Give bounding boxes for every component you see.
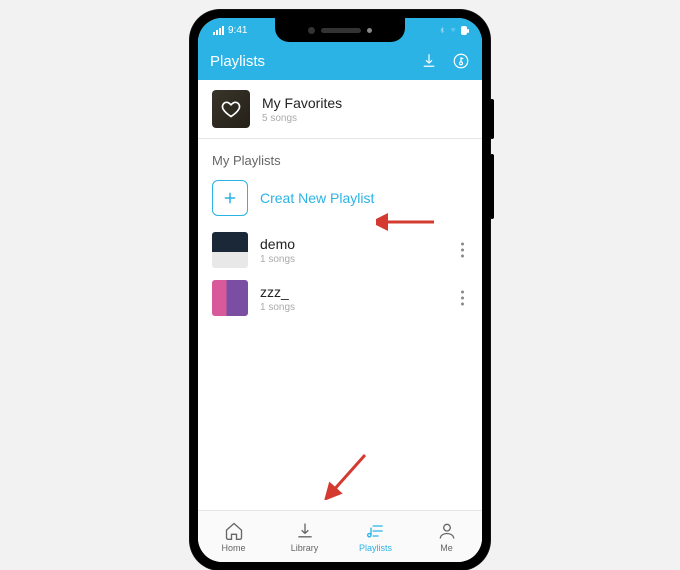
side-button [490,154,494,219]
music-note-icon[interactable] [452,52,470,70]
plus-icon [212,180,248,216]
nav-me[interactable]: Me [411,511,482,562]
favorites-row[interactable]: My Favorites 5 songs [198,80,482,139]
nav-label: Home [221,543,245,553]
nav-library[interactable]: Library [269,511,340,562]
bottom-nav: Home Library Playlists Me [198,510,482,562]
screen: 9:41 Playlists My Favorites [198,18,482,562]
playlist-thumbnail [212,232,248,268]
battery-icon [461,26,467,35]
phone-frame: 9:41 Playlists My Favorites [190,10,490,570]
playlist-row[interactable]: demo 1 songs [198,226,482,274]
nav-playlists[interactable]: Playlists [340,511,411,562]
nav-home[interactable]: Home [198,511,269,562]
nav-label: Playlists [359,543,392,553]
app-header: Playlists [198,42,482,80]
playlist-count: 1 songs [260,302,295,313]
bluetooth-icon [439,27,445,33]
playlist-title: demo [260,236,295,252]
side-button [490,99,494,139]
playlist-title: zzz_ [260,284,295,300]
content: My Favorites 5 songs My Playlists Creat … [198,80,482,510]
more-icon[interactable] [461,291,464,306]
heart-icon [212,90,250,128]
create-playlist-label: Creat New Playlist [260,190,374,206]
notch [275,18,405,42]
create-playlist-button[interactable]: Creat New Playlist [198,174,482,226]
status-time: 9:41 [228,25,247,36]
wifi-icon [450,27,456,33]
signal-bars-icon [213,26,224,35]
more-icon[interactable] [461,243,464,258]
nav-label: Library [291,543,319,553]
page-title: Playlists [210,53,265,70]
favorites-title: My Favorites [262,95,342,111]
playlist-count: 1 songs [260,254,295,265]
playlist-thumbnail [212,280,248,316]
nav-label: Me [440,543,453,553]
playlist-row[interactable]: zzz_ 1 songs [198,274,482,322]
section-my-playlists: My Playlists [198,139,482,174]
favorites-count: 5 songs [262,113,342,124]
download-icon[interactable] [420,52,438,70]
